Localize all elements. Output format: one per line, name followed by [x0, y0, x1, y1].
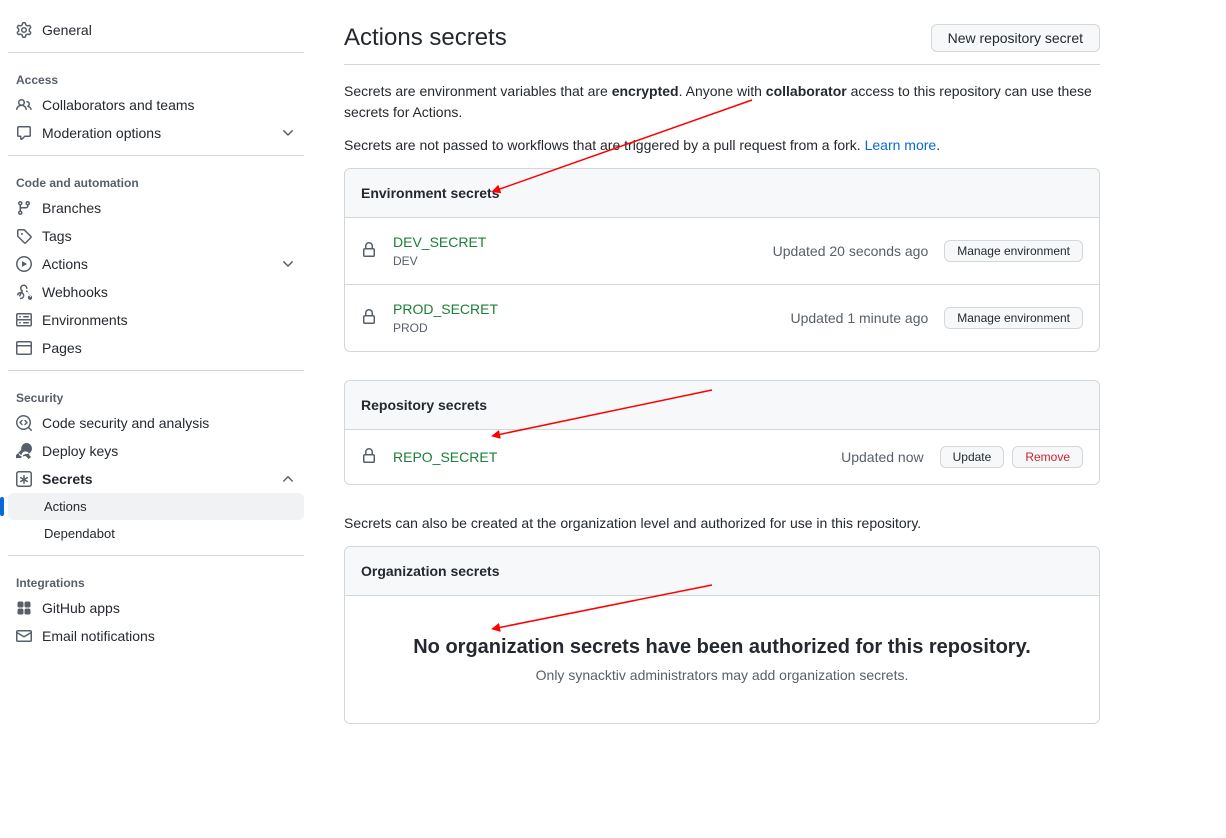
settings-sidebar: General Access Collaborators and teams M… [0, 0, 312, 792]
sidebar-item-label: Deploy keys [42, 443, 118, 459]
apps-icon [16, 600, 32, 616]
sidebar-item-label: Collaborators and teams [42, 97, 195, 113]
sidebar-item-label: General [42, 22, 92, 38]
sidebar-item-label: Tags [42, 228, 72, 244]
sidebar-item-code-security[interactable]: Code security and analysis [8, 409, 304, 437]
empty-subtitle: Only synacktiv administrators may add or… [365, 667, 1079, 683]
org-description: Secrets can also be created at the organ… [344, 513, 1100, 534]
divider [8, 52, 304, 53]
secret-updated: Updated 1 minute ago [791, 310, 929, 326]
secret-row: DEV_SECRET DEV Updated 20 seconds ago Ma… [345, 218, 1099, 285]
key-icon [16, 443, 32, 459]
secret-updated: Updated now [841, 449, 924, 465]
branch-icon [16, 200, 32, 216]
secret-env: DEV [393, 254, 773, 268]
manage-environment-button[interactable]: Manage environment [944, 240, 1083, 262]
mail-icon [16, 628, 32, 644]
chevron-up-icon [280, 471, 296, 487]
secret-updated: Updated 20 seconds ago [773, 243, 929, 259]
secret-row: REPO_SECRET Updated now Update Remove [345, 430, 1099, 484]
sidebar-item-branches[interactable]: Branches [8, 194, 304, 222]
divider [8, 555, 304, 556]
sidebar-item-secrets-actions[interactable]: Actions [8, 493, 304, 520]
sidebar-item-label: Moderation options [42, 125, 161, 141]
repository-secrets-box: Repository secrets REPO_SECRET Updated n… [344, 380, 1100, 485]
codescan-icon [16, 415, 32, 431]
chevron-down-icon [280, 256, 296, 272]
play-icon [16, 256, 32, 272]
box-header: Organization secrets [345, 547, 1099, 596]
sidebar-item-github-apps[interactable]: GitHub apps [8, 594, 304, 622]
sidebar-item-label: Actions [44, 499, 87, 514]
manage-environment-button[interactable]: Manage environment [944, 307, 1083, 329]
sidebar-item-secrets[interactable]: Secrets [8, 465, 304, 493]
chevron-down-icon [280, 125, 296, 141]
sidebar-item-label: Secrets [42, 471, 93, 487]
people-icon [16, 97, 32, 113]
sidebar-section-integrations: Integrations [8, 568, 304, 594]
sidebar-item-general[interactable]: General [8, 16, 304, 44]
empty-title: No organization secrets have been author… [365, 636, 1079, 659]
sidebar-item-label: Branches [42, 200, 101, 216]
sidebar-item-pages[interactable]: Pages [8, 334, 304, 362]
comment-icon [16, 125, 32, 141]
browser-icon [16, 340, 32, 356]
empty-state: No organization secrets have been author… [345, 596, 1099, 723]
sidebar-item-label: Environments [42, 312, 128, 328]
sidebar-item-label: Email notifications [42, 628, 155, 644]
sidebar-item-label: Webhooks [42, 284, 108, 300]
sidebar-section-code: Code and automation [8, 168, 304, 194]
secret-info: DEV_SECRET DEV [393, 234, 773, 268]
secret-name: PROD_SECRET [393, 301, 791, 317]
sidebar-item-label: Dependabot [44, 526, 115, 541]
sidebar-section-access: Access [8, 65, 304, 91]
sidebar-item-moderation[interactable]: Moderation options [8, 119, 304, 147]
secret-info: PROD_SECRET PROD [393, 301, 791, 335]
sidebar-item-webhooks[interactable]: Webhooks [8, 278, 304, 306]
tag-icon [16, 228, 32, 244]
server-icon [16, 312, 32, 328]
box-header: Repository secrets [345, 381, 1099, 430]
sidebar-item-tags[interactable]: Tags [8, 222, 304, 250]
main-content: Actions secrets New repository secret Se… [312, 0, 1132, 792]
sidebar-item-actions[interactable]: Actions [8, 250, 304, 278]
sidebar-item-email-notifications[interactable]: Email notifications [8, 622, 304, 650]
new-secret-button[interactable]: New repository secret [931, 24, 1100, 52]
update-button[interactable]: Update [940, 446, 1005, 468]
sidebar-item-label: Code security and analysis [42, 415, 209, 431]
lock-icon [361, 242, 377, 261]
secret-name: DEV_SECRET [393, 234, 773, 250]
sidebar-item-deploy-keys[interactable]: Deploy keys [8, 437, 304, 465]
description-1: Secrets are environment variables that a… [344, 81, 1100, 123]
divider [8, 370, 304, 371]
sidebar-section-security: Security [8, 383, 304, 409]
secret-row: PROD_SECRET PROD Updated 1 minute ago Ma… [345, 285, 1099, 351]
organization-secrets-box: Organization secrets No organization sec… [344, 546, 1100, 724]
box-header: Environment secrets [345, 169, 1099, 218]
key-asterisk-icon [16, 471, 32, 487]
sidebar-item-label: GitHub apps [42, 600, 120, 616]
secret-env: PROD [393, 321, 791, 335]
page-title: Actions secrets [344, 24, 507, 52]
lock-icon [361, 448, 377, 467]
learn-more-link[interactable]: Learn more [865, 137, 937, 153]
secret-info: REPO_SECRET [393, 449, 841, 465]
sidebar-item-label: Actions [42, 256, 88, 272]
divider [8, 155, 304, 156]
secret-name: REPO_SECRET [393, 449, 841, 465]
gear-icon [16, 22, 32, 38]
sidebar-item-secrets-dependabot[interactable]: Dependabot [8, 520, 304, 547]
lock-icon [361, 309, 377, 328]
remove-button[interactable]: Remove [1012, 446, 1083, 468]
sidebar-item-label: Pages [42, 340, 82, 356]
page-header: Actions secrets New repository secret [344, 24, 1100, 65]
sidebar-item-collaborators[interactable]: Collaborators and teams [8, 91, 304, 119]
description-2: Secrets are not passed to workflows that… [344, 135, 1100, 156]
environment-secrets-box: Environment secrets DEV_SECRET DEV Updat… [344, 168, 1100, 352]
webhook-icon [16, 284, 32, 300]
sidebar-item-environments[interactable]: Environments [8, 306, 304, 334]
